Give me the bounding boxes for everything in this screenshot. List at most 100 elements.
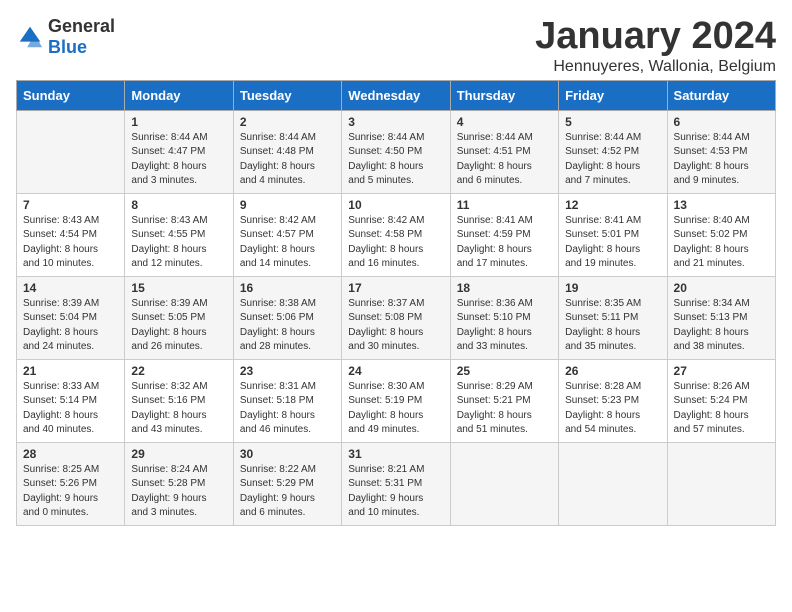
day-number: 4 <box>457 115 552 129</box>
day-number: 7 <box>23 198 118 212</box>
day-number: 15 <box>131 281 226 295</box>
day-info: Sunrise: 8:43 AM Sunset: 4:54 PM Dayligh… <box>23 214 118 272</box>
day-number: 31 <box>348 447 443 461</box>
day-number: 30 <box>240 447 335 461</box>
calendar-cell-w4d2: 30 Sunrise: 8:22 AM Sunset: 5:29 PM Dayli… <box>233 442 341 525</box>
day-info: Sunrise: 8:38 AM Sunset: 5:06 PM Dayligh… <box>240 297 335 355</box>
calendar-cell-w1d3: 10Sunrise: 8:42 AM Sunset: 4:58 PM Dayli… <box>342 193 450 276</box>
day-info: Sunrise: 8:44 AM Sunset: 4:52 PM Dayligh… <box>565 131 660 189</box>
col-header-friday: Friday <box>559 80 667 110</box>
calendar-cell-w1d4: 11Sunrise: 8:41 AM Sunset: 4:59 PM Dayli… <box>450 193 558 276</box>
calendar-cell-w4d0: 28 Sunrise: 8:25 AM Sunset: 5:26 PM Dayli… <box>17 442 125 525</box>
col-header-sunday: Sunday <box>17 80 125 110</box>
day-number: 5 <box>565 115 660 129</box>
day-info: Sunrise: 8:31 AM Sunset: 5:18 PM Dayligh… <box>240 380 335 438</box>
calendar-cell-w0d5: 5 Sunrise: 8:44 AM Sunset: 4:52 PM Daylig… <box>559 110 667 193</box>
day-info: Sunrise: 8:36 AM Sunset: 5:10 PM Dayligh… <box>457 297 552 355</box>
calendar-cell-w3d1: 22 Sunrise: 8:32 AM Sunset: 5:16 PM Dayli… <box>125 359 233 442</box>
calendar-cell-w3d3: 24 Sunrise: 8:30 AM Sunset: 5:19 PM Dayli… <box>342 359 450 442</box>
day-number: 16 <box>240 281 335 295</box>
calendar-cell-w2d1: 15 Sunrise: 8:39 AM Sunset: 5:05 PM Dayli… <box>125 276 233 359</box>
day-info: Sunrise: 8:32 AM Sunset: 5:16 PM Dayligh… <box>131 380 226 438</box>
day-number: 14 <box>23 281 118 295</box>
day-info: Sunrise: 8:44 AM Sunset: 4:48 PM Dayligh… <box>240 131 335 189</box>
location-subtitle: Hennuyeres, Wallonia, Belgium <box>535 58 776 76</box>
day-info: Sunrise: 8:43 AM Sunset: 4:55 PM Dayligh… <box>131 214 226 272</box>
calendar-cell-w4d6 <box>667 442 775 525</box>
logo-general: General <box>48 16 115 36</box>
day-info: Sunrise: 8:21 AM Sunset: 5:31 PM Dayligh… <box>348 463 443 521</box>
col-header-thursday: Thursday <box>450 80 558 110</box>
logo: General Blue <box>16 16 115 58</box>
calendar-cell-w1d5: 12 Sunrise: 8:41 AM Sunset: 5:01 PM Dayli… <box>559 193 667 276</box>
day-info: Sunrise: 8:28 AM Sunset: 5:23 PM Dayligh… <box>565 380 660 438</box>
day-number: 2 <box>240 115 335 129</box>
calendar-cell-w3d2: 23Sunrise: 8:31 AM Sunset: 5:18 PM Dayli… <box>233 359 341 442</box>
day-number: 28 <box>23 447 118 461</box>
day-info: Sunrise: 8:34 AM Sunset: 5:13 PM Dayligh… <box>674 297 769 355</box>
calendar-cell-w0d3: 3 Sunrise: 8:44 AM Sunset: 4:50 PM Daylig… <box>342 110 450 193</box>
day-info: Sunrise: 8:41 AM Sunset: 4:59 PM Dayligh… <box>457 214 552 272</box>
day-number: 22 <box>131 364 226 378</box>
day-number: 24 <box>348 364 443 378</box>
day-info: Sunrise: 8:29 AM Sunset: 5:21 PM Dayligh… <box>457 380 552 438</box>
calendar-cell-w0d0 <box>17 110 125 193</box>
day-info: Sunrise: 8:22 AM Sunset: 5:29 PM Dayligh… <box>240 463 335 521</box>
day-info: Sunrise: 8:39 AM Sunset: 5:04 PM Dayligh… <box>23 297 118 355</box>
day-number: 17 <box>348 281 443 295</box>
day-info: Sunrise: 8:41 AM Sunset: 5:01 PM Dayligh… <box>565 214 660 272</box>
day-number: 8 <box>131 198 226 212</box>
day-number: 27 <box>674 364 769 378</box>
calendar-cell-w3d4: 25 Sunrise: 8:29 AM Sunset: 5:21 PM Dayli… <box>450 359 558 442</box>
calendar-cell-w2d3: 17 Sunrise: 8:37 AM Sunset: 5:08 PM Dayli… <box>342 276 450 359</box>
calendar-cell-w1d2: 9 Sunrise: 8:42 AM Sunset: 4:57 PM Daylig… <box>233 193 341 276</box>
day-info: Sunrise: 8:44 AM Sunset: 4:51 PM Dayligh… <box>457 131 552 189</box>
day-info: Sunrise: 8:44 AM Sunset: 4:50 PM Dayligh… <box>348 131 443 189</box>
day-info: Sunrise: 8:25 AM Sunset: 5:26 PM Dayligh… <box>23 463 118 521</box>
day-number: 13 <box>674 198 769 212</box>
day-info: Sunrise: 8:40 AM Sunset: 5:02 PM Dayligh… <box>674 214 769 272</box>
col-header-tuesday: Tuesday <box>233 80 341 110</box>
day-info: Sunrise: 8:24 AM Sunset: 5:28 PM Dayligh… <box>131 463 226 521</box>
calendar-cell-w0d4: 4 Sunrise: 8:44 AM Sunset: 4:51 PM Daylig… <box>450 110 558 193</box>
logo-blue: Blue <box>48 37 87 57</box>
day-number: 21 <box>23 364 118 378</box>
day-info: Sunrise: 8:37 AM Sunset: 5:08 PM Dayligh… <box>348 297 443 355</box>
calendar-cell-w4d1: 29 Sunrise: 8:24 AM Sunset: 5:28 PM Dayli… <box>125 442 233 525</box>
day-info: Sunrise: 8:44 AM Sunset: 4:53 PM Dayligh… <box>674 131 769 189</box>
title-block: January 2024 Hennuyeres, Wallonia, Belgi… <box>535 16 776 76</box>
calendar-cell-w0d6: 6 Sunrise: 8:44 AM Sunset: 4:53 PM Daylig… <box>667 110 775 193</box>
day-info: Sunrise: 8:39 AM Sunset: 5:05 PM Dayligh… <box>131 297 226 355</box>
day-number: 9 <box>240 198 335 212</box>
page-header: General Blue January 2024 Hennuyeres, Wa… <box>16 16 776 76</box>
calendar-cell-w2d5: 19 Sunrise: 8:35 AM Sunset: 5:11 PM Dayli… <box>559 276 667 359</box>
calendar-cell-w2d4: 18 Sunrise: 8:36 AM Sunset: 5:10 PM Dayli… <box>450 276 558 359</box>
day-number: 12 <box>565 198 660 212</box>
day-info: Sunrise: 8:35 AM Sunset: 5:11 PM Dayligh… <box>565 297 660 355</box>
day-info: Sunrise: 8:30 AM Sunset: 5:19 PM Dayligh… <box>348 380 443 438</box>
calendar-cell-w3d5: 26 Sunrise: 8:28 AM Sunset: 5:23 PM Dayli… <box>559 359 667 442</box>
col-header-monday: Monday <box>125 80 233 110</box>
day-info: Sunrise: 8:42 AM Sunset: 4:57 PM Dayligh… <box>240 214 335 272</box>
day-number: 6 <box>674 115 769 129</box>
calendar-cell-w3d6: 27 Sunrise: 8:26 AM Sunset: 5:24 PM Dayli… <box>667 359 775 442</box>
day-info: Sunrise: 8:26 AM Sunset: 5:24 PM Dayligh… <box>674 380 769 438</box>
day-number: 25 <box>457 364 552 378</box>
calendar-cell-w4d5 <box>559 442 667 525</box>
calendar-table: SundayMondayTuesdayWednesdayThursdayFrid… <box>16 80 776 526</box>
calendar-cell-w2d2: 16 Sunrise: 8:38 AM Sunset: 5:06 PM Dayli… <box>233 276 341 359</box>
calendar-cell-w1d0: 7 Sunrise: 8:43 AM Sunset: 4:54 PM Daylig… <box>17 193 125 276</box>
day-number: 1 <box>131 115 226 129</box>
day-number: 26 <box>565 364 660 378</box>
day-number: 3 <box>348 115 443 129</box>
logo-icon <box>16 23 44 51</box>
calendar-cell-w1d6: 13 Sunrise: 8:40 AM Sunset: 5:02 PM Dayli… <box>667 193 775 276</box>
calendar-cell-w2d6: 20Sunrise: 8:34 AM Sunset: 5:13 PM Dayli… <box>667 276 775 359</box>
day-number: 29 <box>131 447 226 461</box>
calendar-cell-w0d1: 1Sunrise: 8:44 AM Sunset: 4:47 PM Daylig… <box>125 110 233 193</box>
col-header-saturday: Saturday <box>667 80 775 110</box>
day-number: 19 <box>565 281 660 295</box>
calendar-cell-w0d2: 2 Sunrise: 8:44 AM Sunset: 4:48 PM Daylig… <box>233 110 341 193</box>
calendar-cell-w4d4 <box>450 442 558 525</box>
day-number: 18 <box>457 281 552 295</box>
